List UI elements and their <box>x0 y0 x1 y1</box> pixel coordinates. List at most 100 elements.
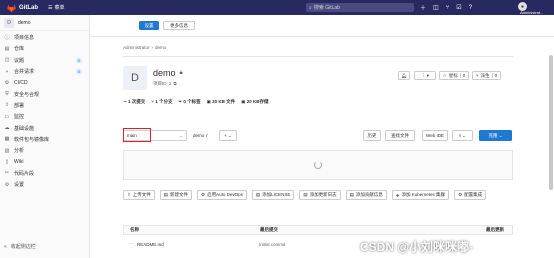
repo-path: demo / <box>193 133 208 138</box>
quick-action-button[interactable]: ⇧ 上传文件 <box>123 190 155 200</box>
quick-action-button[interactable]: ▤ 新建文件 <box>159 190 193 200</box>
col-name: 名称 <box>130 227 139 232</box>
breadcrumb-root[interactable]: Administrator <box>123 45 150 50</box>
breadcrumb-current[interactable]: demo <box>155 45 166 50</box>
path-root[interactable]: demo <box>193 133 204 138</box>
notification-button[interactable]: 🔔︎ <box>398 71 410 80</box>
branch-highlight-box <box>123 128 151 142</box>
star-icon: ☆ <box>442 72 447 78</box>
quick-action-label: 添加LICENSE <box>262 192 291 197</box>
gitlab-logo[interactable]: GitLab <box>7 3 38 12</box>
quick-action-icon: ⇧ <box>127 192 131 197</box>
search-icon: ⌕ <box>309 4 312 11</box>
web-ide-button[interactable]: Web IDE <box>422 130 448 141</box>
file-commit[interactable]: Initial commit <box>259 242 285 247</box>
download-icon: ⭳ <box>459 132 461 138</box>
quick-action-button[interactable]: ▤ 添加贡献信息 <box>345 190 387 200</box>
watermark: CSDN @小刘咪咪嘟- <box>360 240 474 254</box>
files-size: 20 KB 文件 <box>212 99 236 104</box>
plus-icon[interactable]: ＋ <box>420 3 426 12</box>
sidebar-item-2[interactable]: ◫ 议题 0 <box>0 55 89 66</box>
quick-action-button[interactable]: ▤ 添加更新日志 <box>299 190 341 200</box>
col-last-commit: 最后提交 <box>260 227 278 232</box>
quick-action-button[interactable]: ⎈ 添加 Kubernetes 集群 <box>391 190 450 200</box>
sidebar-item-8[interactable]: ☁ 基础设施 <box>0 122 89 133</box>
quick-action-icon: ⚙ <box>458 192 463 197</box>
star-button[interactable]: ☆ 星标 0 <box>439 71 469 80</box>
snippet-icon: ✂ <box>4 170 10 177</box>
sidebar-item-10[interactable]: ▥ 分析 <box>0 145 89 156</box>
quick-action-button[interactable]: ⚙ 启用Auto DevOps <box>197 190 247 200</box>
search-placeholder: 搜索 GitLab <box>313 5 340 11</box>
sidebar-item-label: 分析 <box>14 148 25 155</box>
fork-count: 0 <box>491 73 497 78</box>
issues-icon[interactable]: ◫ <box>433 4 439 11</box>
more-info-button[interactable]: 更多信息 <box>163 21 195 30</box>
sidebar-item-1[interactable]: ▤ 仓库 <box>0 43 89 54</box>
sidebar-item-0[interactable]: ⓘ 项目信息 <box>0 32 89 43</box>
cloud-icon: ☁ <box>4 125 10 132</box>
breadcrumb: Administrator › demo <box>123 45 166 50</box>
help-icon[interactable]: ? <box>469 5 472 11</box>
project-id-text: 项目ID: 2 <box>153 81 172 86</box>
sidebar-item-6[interactable]: ⇪ 部署 <box>0 100 89 111</box>
path-separator: / <box>206 133 208 138</box>
sidebar-item-9[interactable]: ▦ 软件包与镜像库 <box>0 134 89 145</box>
quick-action-label: 添加贡献信息 <box>355 192 383 197</box>
file-name[interactable]: README.md <box>137 242 164 247</box>
menu-button[interactable]: ☰ 菜单 <box>48 4 65 12</box>
sidebar-item-12[interactable]: ✂ 代码片段 <box>0 168 89 179</box>
quick-action-label: 上传文件 <box>132 192 151 197</box>
sidebar-project[interactable]: D demo <box>0 15 89 31</box>
files-stat: ▣ 20 KB 文件 <box>206 99 236 104</box>
collapse-sidebar-button[interactable]: « 收起侧边栏 <box>4 243 36 251</box>
project-actions-button[interactable]: ⋮ ▾ <box>414 71 436 80</box>
repo-icon: ▤ <box>4 45 10 52</box>
chevron-down-icon: ⌄ <box>228 132 232 138</box>
sidebar-item-label: 项目信息 <box>14 35 35 42</box>
quick-action-button[interactable]: ▤ 添加LICENSE <box>251 190 295 200</box>
sidebar-item-label: 设置 <box>14 182 25 188</box>
chevron-down-icon: ⌄ <box>498 132 503 138</box>
user-menu[interactable]: ● Administrat... <box>518 2 548 15</box>
quick-action-label: 配置集成 <box>464 192 483 197</box>
sidebar-item-7[interactable]: ▭ 监控 <box>0 111 89 122</box>
commits-stat[interactable]: ⊸ 1 次提交 <box>123 99 145 105</box>
sidebar-item-13[interactable]: ⚙ 设置 <box>0 179 89 190</box>
add-file-dropdown[interactable]: + ⌄ <box>219 130 237 141</box>
quick-action-label: 添加 Kubernetes 集群 <box>401 192 446 197</box>
sidebar-item-label: CI/CD <box>14 79 28 86</box>
quick-action-icon: ⚙ <box>201 192 206 197</box>
quick-actions: ⇧ 上传文件 ▤ 新建文件 ⚙ 启用Auto DevOps ▤ 添加LICENSE ▤ 添加更新日… <box>123 190 513 200</box>
todo-icon[interactable]: ☑ <box>456 4 461 11</box>
fork-icon: ⑂ <box>475 73 479 78</box>
project-name: demo <box>153 68 176 78</box>
sidebar-item-5[interactable]: ⛨ 安全与合规 <box>0 88 89 99</box>
download-button[interactable]: ⭳ ⌄ <box>452 130 473 141</box>
tags-stat[interactable]: ⏷ 0 个标签 <box>179 99 201 105</box>
history-button[interactable]: 历史 <box>363 130 381 141</box>
sidebar-item-3[interactable]: ⑂ 合并请求 0 <box>0 66 89 77</box>
sidebar-item-label: 部署 <box>14 102 25 109</box>
sidebar-item-11[interactable]: ▯ Wiki <box>0 156 89 167</box>
project-title: demo 🔒︎ <box>153 68 183 78</box>
merge-icon[interactable]: ⑂ <box>446 5 450 11</box>
quick-action-icon: ▤ <box>349 192 354 197</box>
clone-button[interactable]: 克隆 ⌄ <box>479 130 512 141</box>
copy-icon[interactable]: ⧉ <box>174 81 177 87</box>
sidebar-count-badge: 0 <box>75 57 82 63</box>
sidebar-item-4[interactable]: ⚙ CI/CD <box>0 77 89 88</box>
hamburger-icon: ☰ <box>48 4 53 11</box>
settings-button[interactable]: 设置 <box>139 21 159 30</box>
branches-stat[interactable]: ⑂ 1 个分支 <box>151 99 172 105</box>
chevron-down-icon: ⌄ <box>462 132 466 138</box>
page-scrollbar[interactable] <box>549 55 553 190</box>
shield-icon: ⛨ <box>5 91 9 98</box>
fork-button[interactable]: ⑂ 派生 0 <box>472 71 501 80</box>
breadcrumb-divider <box>123 56 513 57</box>
quick-action-button[interactable]: ⚙ 配置集成 <box>454 190 487 200</box>
search-input[interactable]: ⌕ 搜索 GitLab <box>306 3 414 12</box>
chart-icon: ▥ <box>4 147 10 154</box>
find-file-button[interactable]: 查找文件 <box>385 130 415 141</box>
info-icon: ⓘ <box>4 35 10 42</box>
